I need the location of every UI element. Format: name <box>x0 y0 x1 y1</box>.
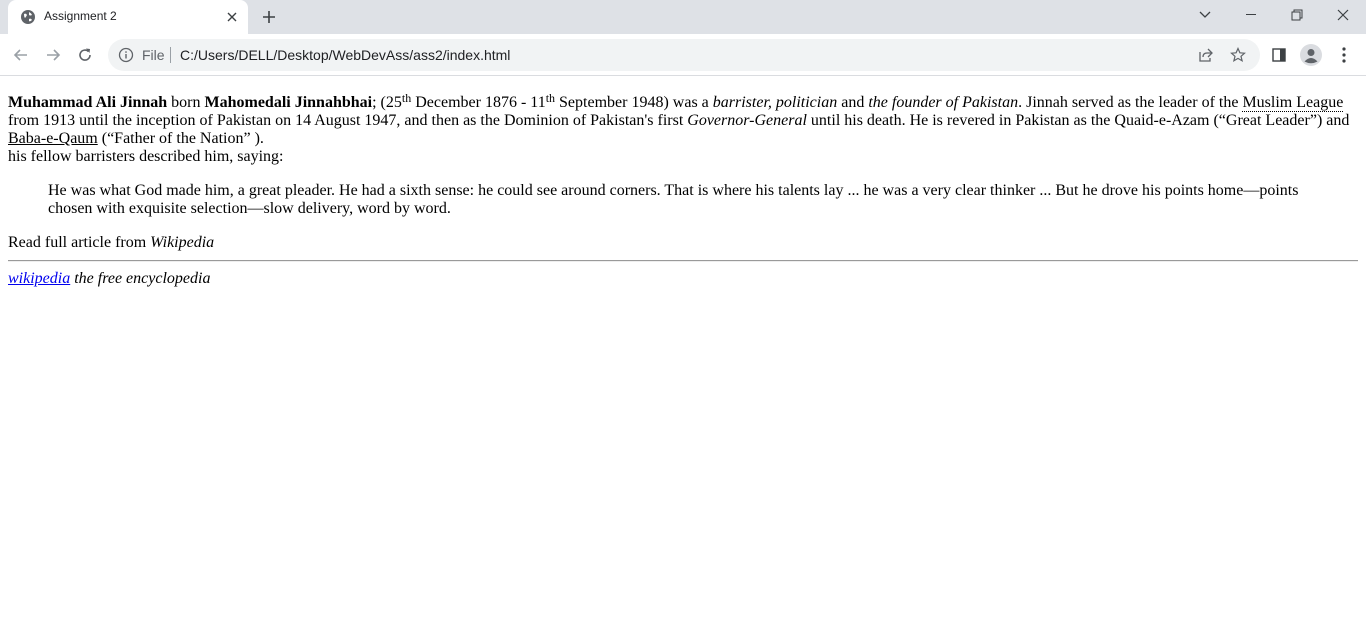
address-bar[interactable]: File C:/Users/DELL/Desktop/WebDevAss/ass… <box>108 39 1260 71</box>
chevron-down-icon <box>1199 11 1211 18</box>
share-icon[interactable] <box>1198 47 1214 63</box>
tab-search-button[interactable] <box>1182 0 1228 30</box>
side-panel-button[interactable] <box>1266 42 1292 68</box>
muslim-league-abbr: Muslim League <box>1242 94 1344 112</box>
menu-button[interactable] <box>1331 42 1357 68</box>
arrow-right-icon <box>47 49 61 61</box>
back-button[interactable] <box>8 42 34 68</box>
founder-text: the founder of Pakistan <box>868 94 1019 111</box>
new-tab-button[interactable] <box>259 7 279 27</box>
born-word: born <box>167 94 205 111</box>
minimize-icon <box>1246 14 1256 15</box>
served-text: . Jinnah served as the leader of the <box>1018 94 1243 111</box>
side-panel-icon <box>1272 48 1286 62</box>
arrow-left-icon <box>13 49 27 61</box>
baba-e-qaum-text: Baba-e-Qaum <box>8 130 98 147</box>
footer-tagline: the free encyclopedia <box>70 270 211 287</box>
read-full-line: Read full article from Wikipedia <box>8 234 1358 252</box>
superscript-th: th <box>401 91 412 105</box>
barristers-quote: He was what God made him, a great pleade… <box>48 182 1299 217</box>
reload-icon <box>79 48 91 61</box>
forward-button[interactable] <box>40 42 66 68</box>
born-name: Mahomedali Jinnahbhai <box>204 94 373 111</box>
browser-toolbar: File C:/Users/DELL/Desktop/WebDevAss/ass… <box>0 34 1366 76</box>
tab-title: Assignment 2 <box>44 9 117 23</box>
footer-line: wikipedia the free encyclopedia <box>8 270 1358 288</box>
star-icon[interactable] <box>1230 47 1246 63</box>
governor-text: Governor-General <box>687 112 807 129</box>
profile-button[interactable] <box>1298 42 1324 68</box>
superscript-th: th <box>545 91 556 105</box>
intro-paragraph: Muhammad Ali Jinnah born Mahomedali Jinn… <box>8 91 1358 166</box>
globe-icon <box>20 9 36 25</box>
restore-button[interactable] <box>1274 0 1320 30</box>
reload-button[interactable] <box>72 42 98 68</box>
restore-icon <box>1291 9 1303 21</box>
kebab-menu-icon <box>1342 47 1346 63</box>
read-full-text: Read full article from <box>8 234 151 251</box>
career-text: from 1913 until the inception of Pakista… <box>8 112 688 129</box>
plus-icon <box>263 11 275 23</box>
url-text[interactable]: C:/Users/DELL/Desktop/WebDevAss/ass2/ind… <box>180 47 510 63</box>
date-open: ; (25 <box>372 94 402 111</box>
divider <box>8 260 1358 262</box>
scheme-label: File <box>142 47 165 63</box>
read-source: Wikipedia <box>150 234 215 251</box>
revered-text: until his death. He is revered in Pakist… <box>806 112 1350 129</box>
date-close: September 1948) was a <box>555 94 713 111</box>
info-icon[interactable] <box>118 47 134 63</box>
browser-tab[interactable]: Assignment 2 <box>8 0 248 34</box>
fellow-barristers-text: his fellow barristers described him, say… <box>8 148 284 165</box>
father-nation-text: (“Father of the Nation” ). <box>97 130 264 147</box>
name-full: Muhammad Ali Jinnah <box>8 94 168 111</box>
page-content: Muhammad Ali Jinnah born Mahomedali Jinn… <box>0 76 1366 288</box>
date-mid: December 1876 - 11 <box>411 94 546 111</box>
omnibox-divider <box>170 47 171 63</box>
minimize-button[interactable] <box>1228 0 1274 30</box>
tab-strip: Assignment 2 <box>0 0 1366 34</box>
and-word: and <box>837 94 869 111</box>
close-icon[interactable] <box>224 9 240 25</box>
close-window-icon <box>1337 9 1349 21</box>
avatar-icon <box>1300 44 1322 66</box>
window-close-button[interactable] <box>1320 0 1366 30</box>
roles-text: barrister, politician <box>712 94 838 111</box>
wikipedia-link[interactable]: wikipedia <box>8 270 70 287</box>
